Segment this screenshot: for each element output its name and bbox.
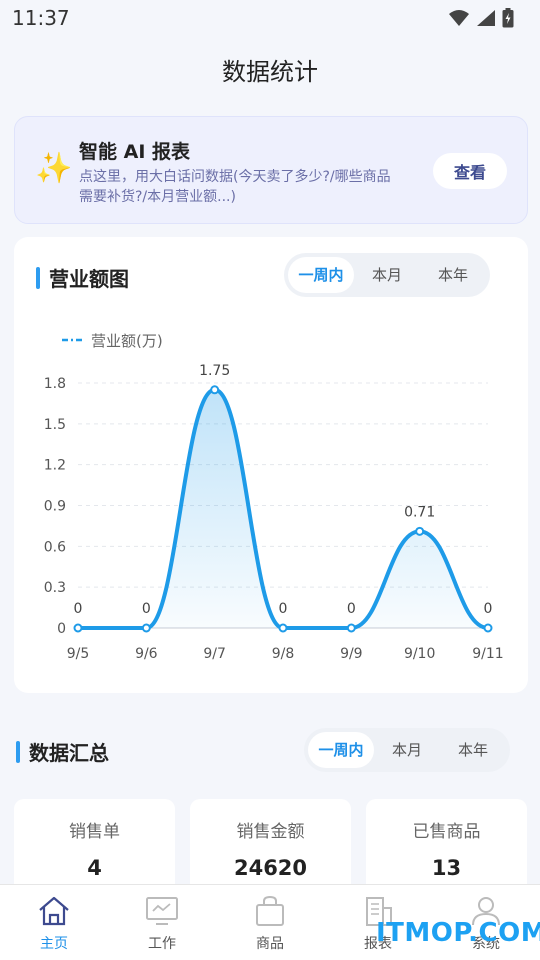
data-label: 0 — [484, 601, 493, 617]
tab-label: 商品 — [256, 936, 284, 952]
ai-card-title: 智能 AI 报表 — [79, 141, 191, 163]
tab-products[interactable]: 商品 — [216, 885, 324, 960]
data-point — [141, 623, 151, 633]
y-tick-label: 0.9 — [44, 499, 66, 515]
stat-value: 13 — [431, 856, 462, 880]
x-tick-label: 9/11 — [472, 646, 503, 662]
stat-value: 24620 — [233, 856, 308, 880]
status-icons — [448, 8, 514, 28]
monitor-icon — [146, 897, 178, 925]
x-tick-label: 9/10 — [404, 646, 435, 662]
tab-home[interactable]: 主页 — [0, 885, 108, 960]
wifi-icon — [449, 10, 469, 26]
cell-signal-icon — [477, 10, 495, 26]
sparkles-icon: ✨ — [35, 151, 73, 186]
x-tick-label: 9/9 — [340, 646, 363, 662]
ai-card-desc-line-1: 点这里，用大白话问数据(今天卖了多少?/哪些商品 — [79, 169, 391, 185]
y-tick-label: 0 — [57, 621, 66, 637]
data-label: 0 — [74, 601, 83, 617]
y-tick-label: 1.8 — [44, 376, 66, 392]
data-point — [278, 623, 288, 633]
ai-report-card[interactable]: ✨ 智能 AI 报表 点这里，用大白话问数据(今天卖了多少?/哪些商品 需要补货… — [14, 116, 528, 224]
revenue-chart-card: 营业额图 一周内 本月 本年 0 0.3 0.6 0.9 1.2 1.5 1.8 9/5 9/6… — [14, 237, 528, 693]
x-tick-label: 9/8 — [272, 646, 295, 662]
summary-tab-year[interactable]: 本年 — [440, 732, 506, 768]
summary-section-title: 数据汇总 — [29, 741, 109, 765]
legend-label: 营业额(万) — [91, 332, 163, 350]
data-point — [483, 623, 493, 633]
data-label: 0 — [142, 601, 151, 617]
ai-card-desc-line-2: 需要补货?/本月营业额...) — [79, 189, 236, 205]
data-point — [73, 623, 83, 633]
status-time: 11:37 — [12, 6, 70, 30]
summary-tab-month[interactable]: 本月 — [374, 732, 440, 768]
y-tick-label: 0.3 — [44, 580, 66, 596]
stat-label: 销售金额 — [236, 822, 305, 842]
shopping-bag-icon — [256, 895, 284, 926]
status-bar: 11:37 — [0, 0, 540, 36]
tab-work[interactable]: 工作 — [108, 885, 216, 960]
ai-card-description: 点这里，用大白话问数据(今天卖了多少?/哪些商品 需要补货?/本月营业额...) — [79, 167, 421, 207]
section-accent-bar — [16, 740, 20, 763]
view-ai-report-button[interactable]: 查看 — [433, 153, 507, 189]
data-label: 0 — [279, 601, 288, 617]
tab-label: 主页 — [40, 936, 68, 952]
battery-icon — [502, 8, 514, 28]
data-point — [415, 526, 425, 536]
y-tick-label: 1.2 — [44, 458, 66, 474]
stat-label: 销售单 — [69, 822, 120, 842]
data-point — [210, 385, 220, 395]
tab-label: 工作 — [148, 936, 176, 952]
y-tick-label: 0.6 — [44, 539, 66, 555]
x-tick-label: 9/6 — [135, 646, 158, 662]
data-label: 0 — [347, 601, 356, 617]
data-label: 1.75 — [199, 363, 230, 379]
watermark-text: ITMOP.COM — [376, 918, 540, 948]
page-title: 数据统计 — [222, 58, 318, 86]
stat-label: 已售商品 — [412, 822, 481, 842]
home-icon — [39, 896, 69, 926]
x-tick-label: 9/5 — [67, 646, 90, 662]
summary-period-tabs: 一周内 本月 本年 — [304, 728, 510, 772]
summary-section-header: 数据汇总 — [16, 737, 109, 766]
revenue-line-chart: 0 0.3 0.6 0.9 1.2 1.5 1.8 9/5 9/6 9/7 9/8 9/9 9/10 9/… — [44, 332, 504, 662]
x-tick-label: 9/7 — [203, 646, 226, 662]
y-tick-label: 1.5 — [44, 417, 66, 433]
data-point — [346, 623, 356, 633]
stat-value: 4 — [87, 856, 102, 880]
summary-tab-week[interactable]: 一周内 — [308, 732, 374, 768]
data-label: 0.71 — [404, 504, 435, 520]
